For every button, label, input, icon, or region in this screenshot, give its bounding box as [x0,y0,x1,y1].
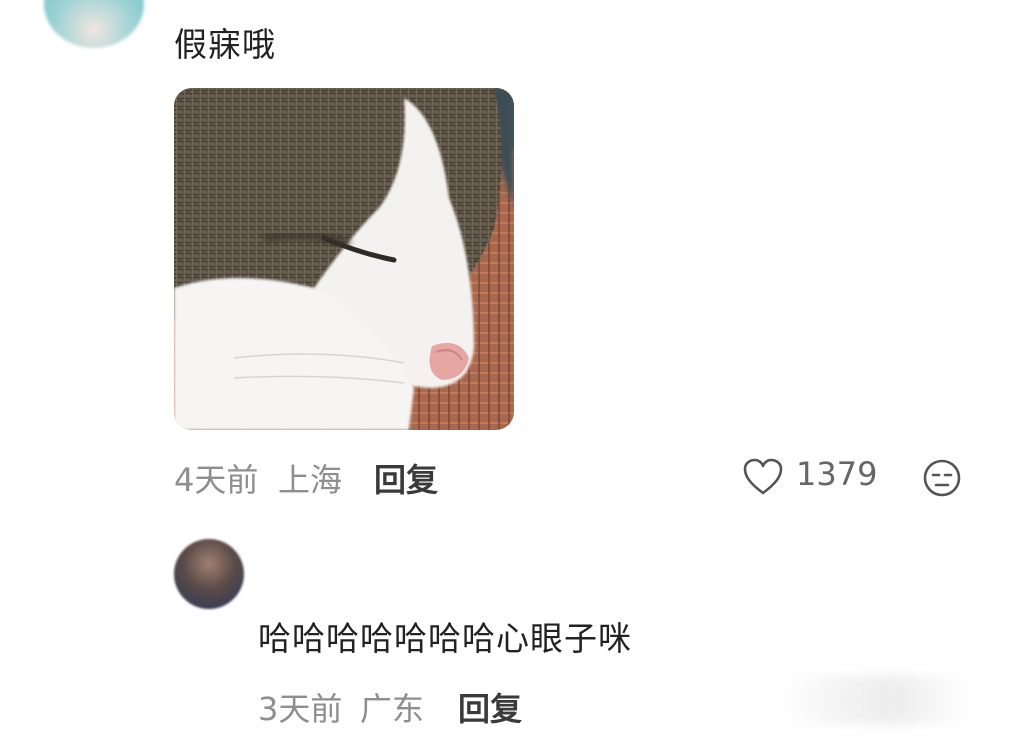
sleeping-cat-photo [174,88,514,430]
like-button[interactable] [742,457,784,497]
sleepy-face-icon [923,459,961,497]
comment-image[interactable] [174,88,514,430]
comment-time: 4天前 [174,461,259,499]
comment-text: 假寐哦 [174,25,276,64]
like-count: 1379 [796,455,878,493]
blurred-area [780,676,970,724]
reply-text: 哈哈哈哈哈哈哈心眼子咪 [258,619,632,658]
commenter-avatar[interactable] [44,0,144,48]
emoji-react-button[interactable] [922,458,962,498]
replier-avatar[interactable] [174,539,244,609]
comment-location: 上海 [278,461,343,499]
reply-location: 广东 [360,690,425,728]
reply-reply-button[interactable]: 回复 [458,684,522,730]
reply-time: 3天前 [258,690,343,728]
comment-reply-button[interactable]: 回复 [374,455,438,501]
heart-outline-icon [743,458,783,495]
